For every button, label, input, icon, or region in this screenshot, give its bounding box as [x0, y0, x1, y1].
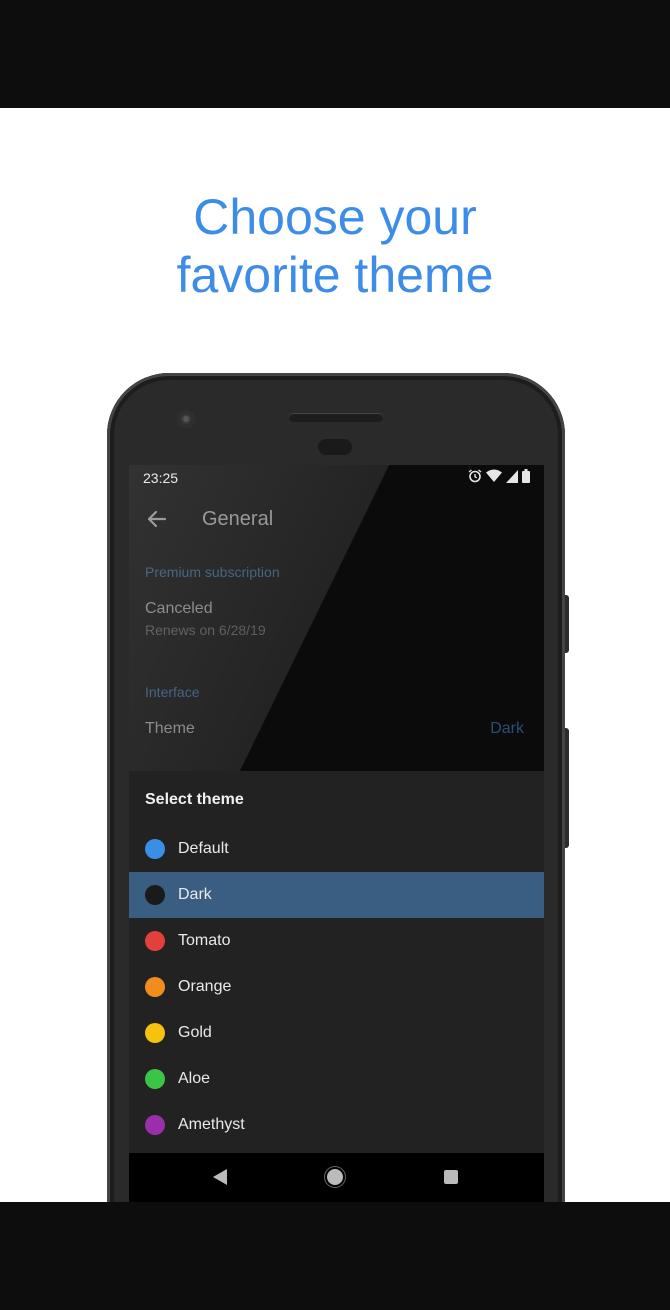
promo-stage: Choose your favorite theme 23:25 General…	[0, 108, 670, 1202]
color-dot-icon	[145, 931, 165, 951]
color-dot-icon	[145, 885, 165, 905]
phone-frame: 23:25 General Premium subscription Cance…	[107, 373, 565, 1202]
promo-headline: Choose your favorite theme	[0, 188, 670, 304]
section-label-premium: Premium subscription	[145, 564, 280, 580]
theme-option-label: Default	[178, 840, 229, 857]
top-letterbox	[0, 0, 670, 108]
theme-option-orange[interactable]: Orange	[129, 964, 544, 1010]
wifi-icon	[486, 469, 502, 482]
alarm-icon	[468, 469, 482, 483]
bottom-letterbox	[0, 1202, 670, 1310]
color-dot-icon	[145, 1115, 165, 1135]
phone-screen: 23:25 General Premium subscription Cance…	[129, 465, 544, 1202]
theme-option-dark[interactable]: Dark	[129, 872, 544, 918]
color-dot-icon	[145, 1023, 165, 1043]
section-label-interface: Interface	[145, 684, 200, 700]
page-title: General	[202, 508, 274, 530]
headline-line-1: Choose your	[193, 189, 477, 245]
app-toolbar: General	[129, 491, 544, 547]
theme-option-label: Amethyst	[178, 1116, 245, 1133]
theme-setting-title[interactable]: Theme	[145, 720, 195, 738]
theme-option-label: Dark	[178, 886, 212, 903]
nav-home-icon[interactable]	[327, 1169, 343, 1185]
theme-option-default[interactable]: Default	[129, 826, 544, 872]
status-bar: 23:25	[129, 465, 544, 491]
front-camera	[177, 410, 195, 428]
system-nav-bar	[129, 1153, 544, 1202]
nav-recent-icon[interactable]	[444, 1170, 458, 1184]
sheet-title: Select theme	[145, 791, 244, 808]
subscription-status[interactable]: Canceled	[145, 600, 213, 618]
theme-option-tomato[interactable]: Tomato	[129, 918, 544, 964]
color-dot-icon	[145, 839, 165, 859]
arrow-back-icon[interactable]	[143, 505, 171, 533]
theme-option-label: Tomato	[178, 932, 231, 949]
headline-line-2: favorite theme	[176, 247, 494, 303]
nav-back-icon[interactable]	[213, 1169, 227, 1185]
theme-option-label: Gold	[178, 1024, 212, 1041]
color-dot-icon	[145, 1069, 165, 1089]
signal-icon	[506, 469, 518, 483]
theme-bottom-sheet: Select theme Default Dark Tomato Orange	[129, 771, 544, 1153]
theme-option-label: Aloe	[178, 1070, 211, 1087]
theme-option-aloe[interactable]: Aloe	[129, 1056, 544, 1102]
earpiece-speaker	[289, 413, 383, 422]
status-icons	[468, 469, 530, 483]
proximity-sensor	[318, 439, 352, 455]
theme-setting-value[interactable]: Dark	[490, 720, 524, 738]
subscription-renewal: Renews on 6/28/19	[145, 622, 266, 638]
color-dot-icon	[145, 977, 165, 997]
status-time: 23:25	[143, 470, 179, 486]
theme-option-label: Orange	[178, 978, 232, 995]
battery-icon	[522, 469, 530, 483]
theme-option-gold[interactable]: Gold	[129, 1010, 544, 1056]
theme-option-amethyst[interactable]: Amethyst	[129, 1102, 544, 1148]
